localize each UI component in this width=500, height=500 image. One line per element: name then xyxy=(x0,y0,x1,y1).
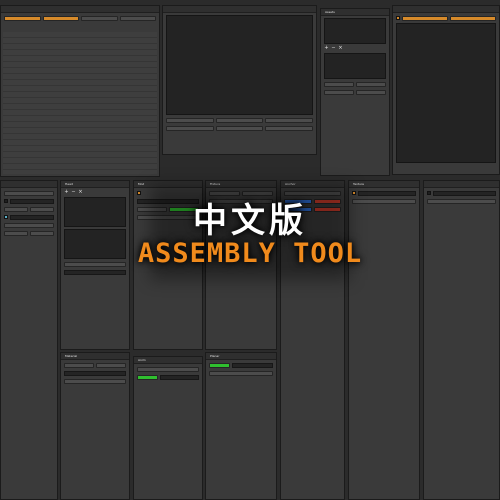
head-list-b[interactable] xyxy=(64,229,126,259)
left-btn-2[interactable] xyxy=(4,206,28,212)
assets-panel: Assets + − × xyxy=(320,8,390,176)
assets-list-a[interactable] xyxy=(324,18,386,44)
plane-btn-green[interactable] xyxy=(209,362,231,368)
assets-btn-1[interactable] xyxy=(324,81,354,87)
head-list-a[interactable] xyxy=(64,197,126,227)
remove-icon[interactable]: − xyxy=(71,190,76,195)
right-field-1[interactable] xyxy=(433,190,496,196)
left-btn-1[interactable] xyxy=(4,190,54,196)
left-check-1[interactable] xyxy=(4,199,8,203)
fixture-panel: Fixture xyxy=(205,180,277,350)
left-swatch[interactable] xyxy=(4,215,8,219)
plane-panel: Planar xyxy=(205,352,277,500)
editor-title xyxy=(163,6,316,13)
head-title: Head xyxy=(61,181,129,188)
plane-field-1[interactable] xyxy=(232,362,273,368)
left-btn-6[interactable] xyxy=(30,230,54,236)
right-panel xyxy=(423,180,500,500)
assets-btn-3[interactable] xyxy=(324,89,354,95)
right-btn-1[interactable] xyxy=(427,198,496,204)
texture-title: Texture xyxy=(349,181,419,188)
left-field-1[interactable] xyxy=(10,198,54,204)
editor-btn-5[interactable] xyxy=(215,125,264,131)
texture-field-1[interactable] xyxy=(358,190,416,196)
left-title xyxy=(1,181,57,188)
editor-panel xyxy=(162,5,317,155)
plane-title: Planar xyxy=(206,353,276,360)
assets-list-b[interactable] xyxy=(324,53,386,79)
group-button[interactable] xyxy=(81,15,118,21)
mod-field-1[interactable] xyxy=(137,198,199,204)
assets-btn-2[interactable] xyxy=(356,81,386,87)
plane-btn-1[interactable] xyxy=(209,370,273,376)
right-title xyxy=(424,181,499,188)
right-check-1[interactable] xyxy=(427,191,431,195)
fixture-title: Fixture xyxy=(206,181,276,188)
filter-button[interactable] xyxy=(4,15,41,21)
add-icon[interactable]: + xyxy=(324,46,329,51)
head-field-1[interactable] xyxy=(64,269,126,275)
anchor-btn-red-2[interactable] xyxy=(313,206,341,212)
outliner-title xyxy=(1,6,159,13)
left-btn-5[interactable] xyxy=(4,230,28,236)
anchor-btn-red[interactable] xyxy=(313,198,341,204)
remove-icon[interactable]: − xyxy=(331,46,336,51)
editor-btn-1[interactable] xyxy=(166,117,214,123)
anchor-btn-1[interactable] xyxy=(284,190,341,196)
mod-panel: Mod xyxy=(133,180,203,350)
anim-field-1[interactable] xyxy=(159,374,199,380)
anchor-title: Anchor xyxy=(281,181,344,188)
texture-btn-1[interactable] xyxy=(352,198,416,204)
head-btn-1[interactable] xyxy=(64,261,126,267)
left-panel xyxy=(0,180,58,500)
assets-btn-4[interactable] xyxy=(356,89,386,95)
left-btn-3[interactable] xyxy=(30,206,54,212)
mod-check-1[interactable] xyxy=(137,191,141,195)
close-icon[interactable]: × xyxy=(338,46,343,51)
close-icon[interactable]: × xyxy=(78,190,83,195)
anim-title: Anim xyxy=(134,357,202,364)
board-btn-1[interactable] xyxy=(402,15,448,21)
fixture-btn-1[interactable] xyxy=(209,190,240,196)
material-btn-2[interactable] xyxy=(96,362,126,368)
board-check-1[interactable] xyxy=(396,16,400,20)
texture-panel: Texture xyxy=(348,180,420,500)
material-btn-1[interactable] xyxy=(64,362,94,368)
editor-viewport[interactable] xyxy=(166,15,313,115)
head-panel: Head + − × xyxy=(60,180,130,350)
anim-btn-1[interactable] xyxy=(137,366,199,372)
assets-title: Assets xyxy=(321,9,389,16)
left-field-2[interactable] xyxy=(10,214,54,220)
mod-btn-1[interactable] xyxy=(137,206,167,212)
mod-btn-2[interactable] xyxy=(137,214,199,220)
export-button[interactable] xyxy=(119,15,156,21)
mod-btn-green[interactable] xyxy=(169,206,199,212)
object-list[interactable] xyxy=(3,32,157,174)
material-panel: Material xyxy=(60,352,130,500)
board-canvas[interactable] xyxy=(396,23,496,163)
anchor-btn-blue-2[interactable] xyxy=(284,206,312,212)
mod-title: Mod xyxy=(134,181,202,188)
sort-button[interactable] xyxy=(42,15,79,21)
fixture-btn-2[interactable] xyxy=(242,190,273,196)
anim-panel: Anim xyxy=(133,356,203,500)
fixture-btn-3[interactable] xyxy=(209,198,273,204)
board-panel xyxy=(392,5,500,175)
board-title xyxy=(393,6,499,13)
material-btn-3[interactable] xyxy=(64,378,126,384)
editor-btn-3[interactable] xyxy=(265,117,314,123)
anchor-btn-blue[interactable] xyxy=(284,198,312,204)
editor-btn-2[interactable] xyxy=(215,117,264,123)
left-btn-4[interactable] xyxy=(4,222,54,228)
anchor-panel: Anchor xyxy=(280,180,345,500)
texture-check-1[interactable] xyxy=(352,191,356,195)
material-title: Material xyxy=(61,353,129,360)
material-field-1[interactable] xyxy=(64,370,126,376)
editor-btn-6[interactable] xyxy=(265,125,314,131)
anim-btn-green[interactable] xyxy=(137,374,158,380)
outliner-panel xyxy=(0,5,160,177)
board-btn-2[interactable] xyxy=(450,15,496,21)
editor-btn-4[interactable] xyxy=(166,125,214,131)
add-icon[interactable]: + xyxy=(64,190,69,195)
